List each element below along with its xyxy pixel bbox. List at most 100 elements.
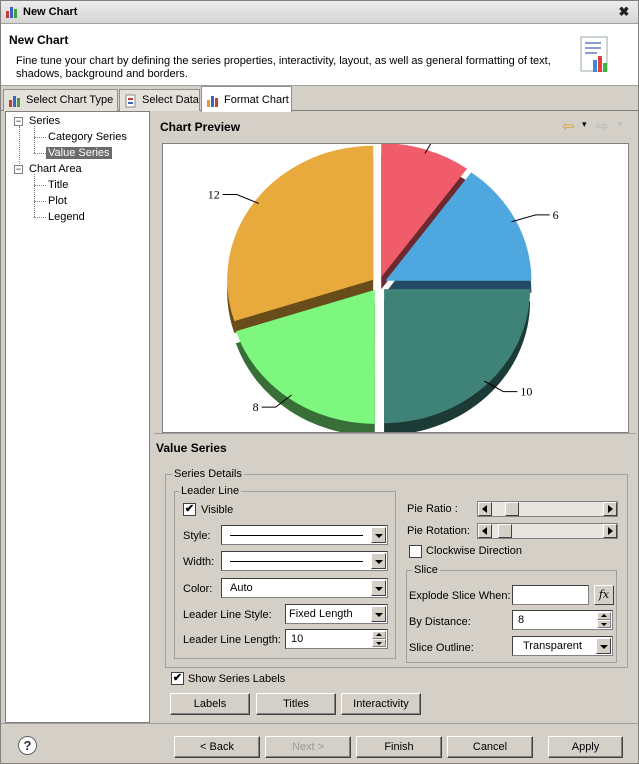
show-series-labels-label: Show Series Labels <box>188 673 286 685</box>
show-series-labels-checkbox[interactable]: ✔ <box>171 672 184 685</box>
tree-item-chart-area[interactable]: Chart Area <box>29 163 82 175</box>
spin-up-icon[interactable] <box>597 612 611 620</box>
spin-down-icon[interactable] <box>372 639 386 647</box>
pie-slice-label-2: 10 <box>520 385 532 399</box>
slider-left-icon[interactable] <box>478 502 492 516</box>
window-title: New Chart <box>23 6 78 18</box>
interactivity-button[interactable]: Interactivity <box>341 693 421 715</box>
by-distance-spinner[interactable]: 8 <box>512 610 613 630</box>
wizard-title: New Chart <box>9 33 69 47</box>
tree-item-category-series[interactable]: Category Series <box>48 131 127 143</box>
line-style-sample <box>230 535 363 536</box>
chevron-down-icon[interactable] <box>371 580 386 596</box>
explode-slice-input[interactable] <box>512 585 589 605</box>
labels-button[interactable]: Labels <box>170 693 250 715</box>
color-label: Color: <box>183 583 213 595</box>
series-details-title: Series Details <box>172 468 244 480</box>
format-chart-icon <box>207 96 218 107</box>
titles-button[interactable]: Titles <box>256 693 336 715</box>
format-panel: Chart Preview ⇦ ▾ ⇨ ▾ 4 6 10 8 12 Value Seri… <box>152 111 638 723</box>
tree-item-plot[interactable]: Plot <box>48 195 67 207</box>
by-distance-value: 8 <box>518 614 525 626</box>
color-value: Auto <box>230 582 253 594</box>
section-divider <box>154 433 636 434</box>
tree-connector <box>34 217 46 218</box>
apply-button[interactable]: Apply <box>548 736 623 758</box>
slice-outline-dropdown[interactable]: Transparent <box>512 636 613 656</box>
tree-item-title[interactable]: Title <box>48 179 68 191</box>
slice-group: Slice Explode Slice When: fx By Distance… <box>406 564 617 663</box>
new-chart-dialog: New Chart ✖ New Chart Fine tune your cha… <box>0 0 639 764</box>
chevron-down-icon[interactable] <box>371 606 386 622</box>
slider-left-icon[interactable] <box>478 524 492 538</box>
tree-connector <box>34 137 46 138</box>
finish-button[interactable]: Finish <box>356 736 442 758</box>
help-icon[interactable]: ? <box>18 736 37 755</box>
pie-slice-label-0: 4 <box>450 144 456 146</box>
tab-select-chart-type[interactable]: Select Chart Type <box>3 89 118 111</box>
spin-up-icon[interactable] <box>372 631 386 639</box>
forward-dropdown-icon: ▾ <box>618 119 623 129</box>
chevron-down-icon[interactable] <box>371 553 386 569</box>
slice-outline-label: Slice Outline: <box>409 642 474 654</box>
width-label: Width: <box>183 556 215 568</box>
tree-item-legend[interactable]: Legend <box>48 211 85 223</box>
back-button[interactable]: < Back <box>174 736 260 758</box>
tab-format-chart[interactable]: Format Chart <box>201 86 292 112</box>
close-icon[interactable]: ✖ <box>616 4 632 20</box>
leader-line-length-spinner[interactable]: 10 <box>285 629 388 649</box>
chevron-down-icon[interactable] <box>371 527 386 543</box>
leader-line-style-value: Fixed Length <box>289 608 353 620</box>
format-tree: − Series Category Series Value Series − … <box>5 111 150 723</box>
forward-arrow-icon: ⇨ <box>596 118 609 135</box>
next-button: Next > <box>265 736 351 758</box>
visible-checkbox[interactable]: ✔ <box>183 503 196 516</box>
slice-outline-value: Transparent <box>523 640 582 652</box>
explode-slice-label: Explode Slice When: <box>409 590 511 602</box>
tree-item-value-series[interactable]: Value Series <box>46 147 112 159</box>
report-chart-icon <box>580 36 608 72</box>
pie-rotation-slider[interactable] <box>477 523 618 539</box>
leader-line-length-label: Leader Line Length: <box>183 634 281 646</box>
wizard-footer: ? < Back Next > Finish Cancel Apply <box>1 723 638 763</box>
tab-select-data[interactable]: Select Data <box>119 89 200 111</box>
leader-line-title: Leader Line <box>179 485 242 497</box>
style-dropdown[interactable] <box>221 525 388 545</box>
back-dropdown-icon[interactable]: ▾ <box>582 119 587 130</box>
pie-rotation-thumb[interactable] <box>497 524 512 538</box>
leader-line-style-label: Leader Line Style: <box>183 609 272 621</box>
fx-button[interactable]: fx <box>594 585 614 605</box>
leader-line-4 <box>222 194 259 204</box>
collapse-series-toggle[interactable]: − <box>14 117 23 126</box>
wizard-header: New Chart Fine tune your chart by defini… <box>1 24 638 86</box>
chevron-down-icon[interactable] <box>596 638 611 654</box>
clockwise-label: Clockwise Direction <box>426 545 522 557</box>
collapse-chart-area-toggle[interactable]: − <box>14 165 23 174</box>
color-dropdown[interactable]: Auto <box>221 578 388 598</box>
width-dropdown[interactable] <box>221 551 388 571</box>
pie-slice-label-4: 12 <box>208 188 220 202</box>
back-arrow-icon[interactable]: ⇦ <box>562 117 575 135</box>
cancel-button[interactable]: Cancel <box>447 736 533 758</box>
leader-line-group: Leader Line ✔ Visible Style: Width: Colo… <box>174 485 396 659</box>
value-series-title: Value Series <box>156 441 227 455</box>
pie-slice-label-1: 6 <box>553 208 559 222</box>
pie-rotation-label: Pie Rotation: <box>407 525 470 537</box>
chart-preview-title: Chart Preview <box>160 120 241 134</box>
clockwise-checkbox[interactable] <box>409 545 422 558</box>
pie-ratio-thumb[interactable] <box>504 502 519 516</box>
by-distance-label: By Distance: <box>409 616 471 628</box>
pie-ratio-slider[interactable] <box>477 501 618 517</box>
pie-ratio-label: Pie Ratio : <box>407 503 458 515</box>
slider-right-icon[interactable] <box>603 502 617 516</box>
leader-line-style-dropdown[interactable]: Fixed Length <box>285 604 388 624</box>
wizard-description: Fine tune your chart by defining the ser… <box>16 55 551 80</box>
slice-title: Slice <box>412 564 440 576</box>
slider-right-icon[interactable] <box>603 524 617 538</box>
tree-item-series[interactable]: Series <box>29 115 60 127</box>
data-icon <box>125 94 136 108</box>
spin-down-icon[interactable] <box>597 620 611 628</box>
series-details-group: Series Details Leader Line ✔ Visible Sty… <box>165 468 628 668</box>
tree-connector <box>34 174 35 217</box>
wizard-tabs: Select Chart Type Select Data Format Cha… <box>1 86 638 112</box>
